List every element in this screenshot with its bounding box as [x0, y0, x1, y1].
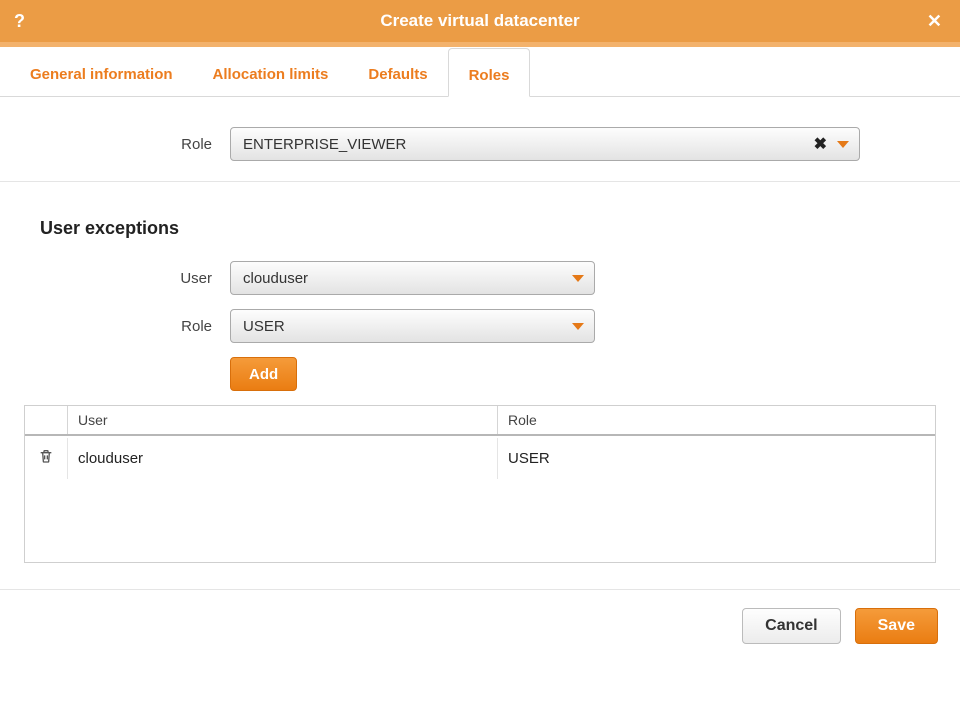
tab-allocation-limits[interactable]: Allocation limits [193, 48, 349, 97]
exception-role-label: Role [0, 318, 230, 335]
tab-defaults[interactable]: Defaults [348, 48, 447, 97]
exception-role-combobox[interactable]: USER [230, 309, 595, 343]
col-delete [25, 406, 67, 434]
cancel-button-label: Cancel [765, 617, 817, 635]
role-label: Role [0, 136, 230, 153]
tab-label: Roles [469, 67, 510, 84]
role-value: ENTERPRISE_VIEWER [243, 136, 406, 153]
role-row: Role ENTERPRISE_VIEWER ✖ [0, 127, 960, 161]
exception-user-value: clouduser [243, 270, 308, 287]
col-user: User [67, 406, 497, 434]
col-role: Role [497, 406, 935, 434]
tab-strip: General information Allocation limits De… [0, 47, 960, 97]
clear-icon[interactable]: ✖ [814, 134, 827, 154]
save-button-label: Save [878, 617, 915, 635]
tab-general-information[interactable]: General information [10, 48, 193, 97]
exception-role-value: USER [243, 318, 285, 335]
role-combobox-controls: ✖ [814, 134, 849, 154]
dialog-title: Create virtual datacenter [380, 11, 579, 31]
exception-user-row: User clouduser [0, 261, 960, 295]
close-icon[interactable]: ✕ [927, 0, 942, 42]
table-row: clouduser USER [25, 436, 935, 480]
exception-add-row: Add [0, 357, 960, 391]
tab-label: General information [30, 66, 173, 83]
combobox-controls [572, 275, 584, 282]
exception-user-label: User [0, 270, 230, 287]
exception-user-combobox[interactable]: clouduser [230, 261, 595, 295]
add-button-label: Add [249, 366, 278, 383]
exception-role-row: Role USER [0, 309, 960, 343]
tab-label: Defaults [368, 66, 427, 83]
tab-roles[interactable]: Roles [448, 48, 531, 97]
cancel-button[interactable]: Cancel [742, 608, 840, 644]
save-button[interactable]: Save [855, 608, 938, 644]
tab-label: Allocation limits [213, 66, 329, 83]
row-role: USER [497, 438, 935, 479]
role-combobox[interactable]: ENTERPRISE_VIEWER ✖ [230, 127, 860, 161]
exceptions-table: User Role clouduser USER [24, 405, 936, 563]
trash-icon[interactable] [38, 448, 54, 468]
add-button[interactable]: Add [230, 357, 297, 391]
chevron-down-icon[interactable] [837, 141, 849, 148]
roles-panel: Role ENTERPRISE_VIEWER ✖ User exceptions… [0, 97, 960, 563]
dialog-titlebar: ? Create virtual datacenter ✕ [0, 0, 960, 42]
chevron-down-icon[interactable] [572, 275, 584, 282]
row-delete-cell [25, 436, 67, 480]
dialog-footer: Cancel Save [0, 590, 960, 662]
combobox-controls [572, 323, 584, 330]
user-exceptions-title: User exceptions [0, 182, 960, 261]
chevron-down-icon[interactable] [572, 323, 584, 330]
help-icon[interactable]: ? [14, 0, 25, 42]
exceptions-table-header: User Role [25, 406, 935, 436]
row-user: clouduser [67, 438, 497, 479]
